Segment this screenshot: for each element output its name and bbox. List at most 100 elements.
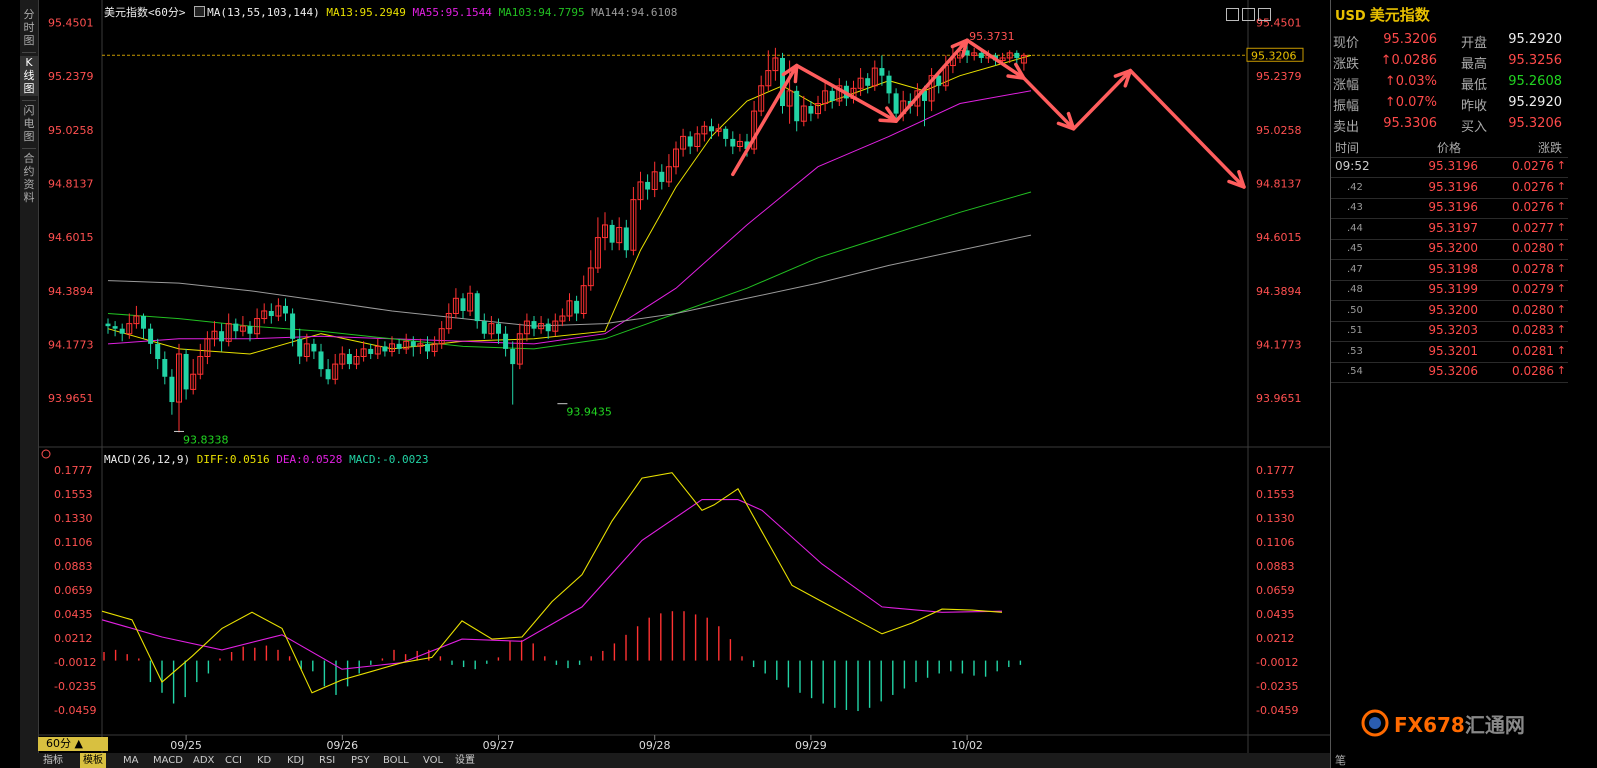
up-arrow-icon: ↑ bbox=[1556, 159, 1566, 172]
tick-change: 0.0277 bbox=[1512, 220, 1554, 235]
candle-body-down bbox=[687, 136, 693, 147]
tick-time: .42 bbox=[1347, 181, 1363, 193]
up-arrow-icon: ↑ bbox=[1556, 364, 1566, 377]
quote-label: 涨幅 bbox=[1333, 78, 1360, 93]
quote-value: 95.2920 bbox=[1508, 32, 1562, 47]
ticks-header-time: 时间 bbox=[1335, 141, 1360, 155]
indicator-tab[interactable]: ADX bbox=[190, 753, 217, 768]
list-icon[interactable] bbox=[1242, 8, 1255, 21]
price-tick-right: 94.6015 bbox=[1256, 231, 1302, 244]
tick-time: .47 bbox=[1347, 263, 1363, 275]
tick-row[interactable]: 09:52 95.3196 0.0276 ↑ bbox=[1331, 156, 1568, 178]
macd-tick-right: 0.0883 bbox=[1256, 560, 1295, 573]
quote-label: 最低 bbox=[1461, 78, 1488, 93]
tick-row[interactable]: .45 95.3200 0.0280 ↑ bbox=[1331, 238, 1568, 260]
indicator-tab[interactable]: RSI bbox=[316, 753, 338, 768]
candle-body-down bbox=[1014, 52, 1020, 58]
candle-body-down bbox=[978, 52, 984, 58]
maximize-icon[interactable] bbox=[1258, 8, 1271, 21]
tick-price: 95.3196 bbox=[1428, 200, 1478, 214]
indicator-tab[interactable]: VOL bbox=[420, 753, 446, 768]
tick-price: 95.3196 bbox=[1428, 159, 1478, 173]
tick-price: 95.3203 bbox=[1428, 323, 1478, 337]
tick-time: .48 bbox=[1347, 284, 1363, 295]
tick-row[interactable]: .44 95.3197 0.0277 ↑ bbox=[1331, 218, 1568, 240]
candle-body-down bbox=[141, 316, 146, 329]
macd-tick-left: 0.0659 bbox=[54, 584, 93, 597]
tick-row[interactable]: .53 95.3201 0.0281 ↑ bbox=[1331, 341, 1568, 363]
candle-body-down bbox=[162, 359, 168, 377]
price-tick-left: 93.9651 bbox=[48, 392, 94, 405]
tick-change: 0.0283 bbox=[1512, 323, 1554, 337]
candle-body-down bbox=[503, 333, 509, 349]
kline-chart[interactable]: 95.4501 95.450195.2379 95.237995.0258 95.02… bbox=[0, 0, 1330, 768]
ticks-header-change: 涨跌 bbox=[1537, 141, 1562, 155]
quote-value: 95.3306 bbox=[1383, 116, 1437, 131]
tick-time: .43 bbox=[1347, 202, 1363, 213]
tick-price: 95.3201 bbox=[1428, 343, 1478, 358]
indicator-tab[interactable]: 模板 bbox=[80, 753, 106, 768]
indicator-tab[interactable]: MACD bbox=[150, 753, 186, 768]
candle-body-down bbox=[531, 321, 537, 329]
indicator-tab[interactable]: KDJ bbox=[284, 753, 307, 768]
tick-row[interactable]: .50 95.3200 0.0280 ↑ bbox=[1331, 300, 1568, 322]
up-arrow-icon: ↑ bbox=[1556, 261, 1566, 275]
macd-tick-right: 0.1106 bbox=[1256, 536, 1295, 549]
ma-params: MA(13,55,103,144) bbox=[207, 6, 320, 19]
macd-tick-left: 0.0212 bbox=[54, 632, 93, 645]
candle-body-down bbox=[105, 323, 111, 327]
ma-legend: 美元指数<60分> MA(13,55,103,144) MA13:95.2949… bbox=[104, 4, 677, 20]
indicator-tab[interactable]: MA bbox=[120, 753, 141, 768]
tick-row[interactable]: .48 95.3199 0.0279 ↑ bbox=[1331, 279, 1568, 301]
tick-price: 95.3196 bbox=[1428, 179, 1478, 194]
macd-tick-left: 0.1777 bbox=[54, 464, 93, 477]
candle-body-down bbox=[169, 376, 175, 403]
date-label: 09/29 bbox=[795, 739, 827, 752]
macd-tick-right: 0.0212 bbox=[1256, 632, 1295, 645]
quote-label: 昨收 bbox=[1461, 99, 1488, 114]
candle-body-down bbox=[574, 300, 580, 314]
tick-row[interactable]: .54 95.3206 0.0286 ↑ bbox=[1331, 361, 1568, 383]
tick-row[interactable]: .42 95.3196 0.0276 ↑ bbox=[1331, 177, 1568, 199]
quote-row: 振幅 ↑0.07% 昨收 95.2920 bbox=[1331, 93, 1568, 114]
indicator-tab[interactable]: 指标 bbox=[40, 753, 66, 768]
tick-time: .45 bbox=[1347, 243, 1363, 254]
quote-label: 最高 bbox=[1461, 57, 1488, 72]
logo-latin: FX678 bbox=[1394, 713, 1465, 737]
candle-body-down bbox=[318, 351, 324, 370]
indicator-tab[interactable]: PSY bbox=[348, 753, 373, 768]
up-arrow-icon: ↑ bbox=[1556, 323, 1566, 336]
candle-body-down bbox=[886, 75, 892, 94]
restore-icon[interactable] bbox=[1226, 8, 1239, 21]
macd-tick-right: -0.0235 bbox=[1256, 680, 1298, 693]
tick-row[interactable]: .51 95.3203 0.0283 ↑ bbox=[1331, 320, 1568, 342]
ma-icon bbox=[194, 6, 206, 17]
date-label: 09/26 bbox=[326, 739, 358, 752]
indicator-tab[interactable]: BOLL bbox=[380, 753, 412, 768]
macd-tick-right: 0.1553 bbox=[1256, 488, 1295, 501]
indicator-tab[interactable]: 设置 bbox=[452, 753, 478, 768]
price-tick-left: 94.1773 bbox=[48, 339, 94, 352]
macd-tick-right: 0.1777 bbox=[1256, 464, 1295, 477]
candle-body-down bbox=[346, 353, 352, 365]
candle-body-down bbox=[879, 68, 885, 76]
macd-tick-left: -0.0459 bbox=[54, 704, 96, 717]
up-arrow-icon: ↑ bbox=[1556, 241, 1566, 254]
quote-label: 现价 bbox=[1333, 36, 1360, 51]
quote-row: 涨跌 ↑0.0286 最高 95.3256 bbox=[1331, 51, 1568, 72]
date-label: 09/25 bbox=[170, 739, 202, 752]
tick-time: .50 bbox=[1347, 304, 1363, 316]
quote-value: 95.2608 bbox=[1508, 74, 1562, 89]
tick-row[interactable]: .47 95.3198 0.0278 ↑ bbox=[1331, 259, 1568, 281]
candle-body-down bbox=[368, 348, 374, 354]
tick-row[interactable]: .43 95.3196 0.0276 ↑ bbox=[1331, 197, 1568, 219]
indicator-tab[interactable]: KD bbox=[254, 753, 274, 768]
period-selector[interactable]: 60分 ▲ bbox=[38, 737, 108, 751]
forecast-arrow-segment bbox=[1022, 76, 1076, 131]
candle-body-down bbox=[425, 343, 430, 352]
macd-tick-right: 0.1330 bbox=[1256, 512, 1295, 525]
macd-tick-left: 0.1106 bbox=[54, 536, 93, 549]
tick-change: 0.0279 bbox=[1512, 282, 1554, 296]
indicator-tab[interactable]: CCI bbox=[222, 753, 245, 768]
price-tick-left: 95.2379 bbox=[48, 70, 94, 83]
